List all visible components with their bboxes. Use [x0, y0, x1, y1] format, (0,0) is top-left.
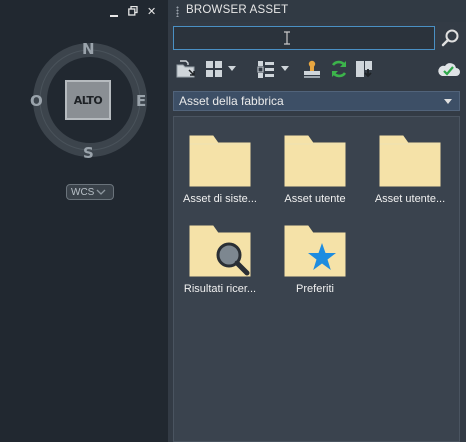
folder-label: Asset di siste... [183, 193, 257, 205]
view-grid-icon[interactable] [205, 58, 223, 80]
stamp-icon[interactable] [302, 58, 322, 80]
compass-east[interactable]: E [136, 92, 146, 110]
folder-item-favorites[interactable]: Preferiti [269, 225, 361, 315]
folder-label: Preferiti [296, 283, 334, 295]
asset-browser-palette: BROWSER ASSET Asset della fabbrica Asset… [168, 0, 466, 442]
folder-item-system-assets[interactable]: Asset di siste... [174, 135, 266, 225]
sort-dropdown-caret-icon[interactable] [281, 58, 289, 80]
compass-south[interactable]: S [83, 144, 94, 162]
restore-icon[interactable] [128, 6, 138, 16]
chevron-down-icon [96, 189, 106, 195]
compass-north[interactable]: N [82, 40, 95, 58]
search-input[interactable] [173, 26, 435, 50]
viewcube-top-face[interactable]: ALTO [65, 80, 111, 120]
ucs-menu[interactable]: WCS [66, 184, 114, 200]
library-dropdown[interactable]: Asset della fabbrica [173, 91, 460, 111]
cube-face-label: ALTO [73, 93, 103, 107]
folder-icon [189, 135, 251, 187]
palette-title: BROWSER ASSET [186, 4, 289, 16]
folder-label: Asset utente... [374, 193, 446, 205]
compass-west[interactable]: O [30, 92, 43, 110]
folder-item-user-assets[interactable]: Asset utente [269, 135, 361, 225]
viewcube[interactable]: N S E O ALTO [28, 40, 154, 166]
search-icon[interactable] [441, 28, 461, 48]
view-dropdown-caret-icon[interactable] [228, 58, 236, 80]
save-to-library-icon[interactable] [354, 58, 374, 80]
folder-item-user-assets-2[interactable]: Asset utente... [364, 135, 456, 225]
folder-item-search-results[interactable]: Risultati ricer... [174, 225, 266, 315]
import-folder-icon[interactable] [175, 58, 197, 80]
folder-label: Risultati ricer... [183, 283, 257, 295]
chevron-down-icon [444, 99, 452, 104]
close-icon[interactable]: ✕ [147, 6, 156, 18]
sort-list-icon[interactable] [257, 58, 275, 80]
folder-icon [284, 135, 346, 187]
folder-label: Asset utente [284, 193, 346, 205]
folder-icon [379, 135, 441, 187]
palette-toolbar [173, 56, 463, 82]
search-folder-icon [189, 225, 251, 277]
palette-title-bar[interactable]: BROWSER ASSET [168, 0, 466, 22]
refresh-icon[interactable] [329, 58, 349, 80]
asset-list: Asset di siste... Asset utente Asset ute… [173, 116, 460, 442]
ucs-label: WCS [71, 186, 95, 198]
favorites-folder-icon [284, 225, 346, 277]
grip-handle-icon[interactable] [176, 6, 179, 17]
library-selected-label: Asset della fabbrica [179, 94, 284, 108]
drawing-viewport[interactable]: ✕ N S E O ALTO WCS [0, 0, 168, 442]
cloud-sync-icon[interactable] [437, 58, 461, 80]
